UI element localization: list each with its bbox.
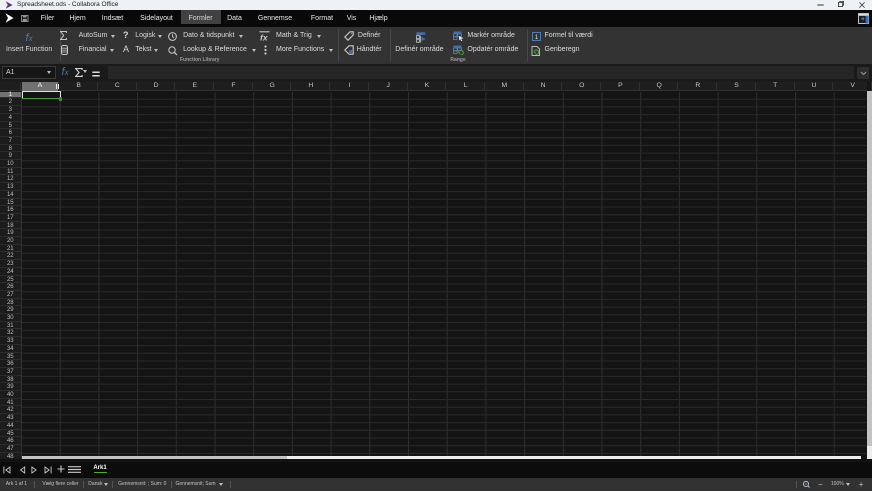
svg-text:1: 1 [534, 34, 538, 41]
svg-text:fx: fx [260, 32, 269, 42]
